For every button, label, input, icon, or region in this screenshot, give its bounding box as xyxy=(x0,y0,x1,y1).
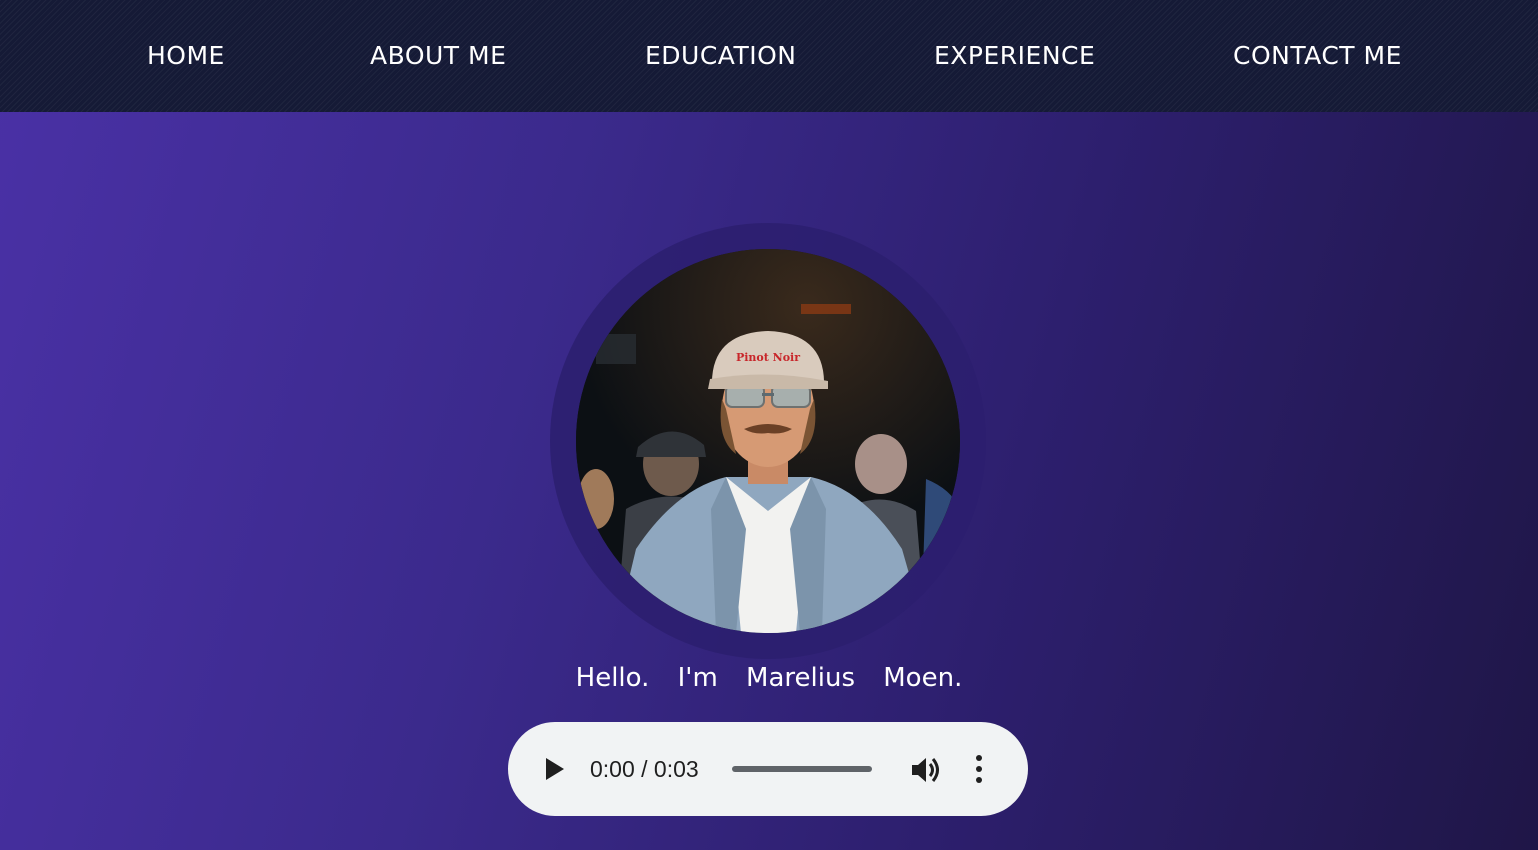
play-icon xyxy=(546,758,564,780)
hero-greeting: Hello. I'm Marelius Moen. xyxy=(575,663,963,693)
nav-home-link[interactable]: HOME xyxy=(147,40,225,72)
volume-button[interactable] xyxy=(910,755,942,785)
more-options-button[interactable] xyxy=(974,754,984,784)
play-button[interactable] xyxy=(542,755,568,783)
audio-seek-bar[interactable] xyxy=(732,766,872,772)
audio-time: 0:00 / 0:03 xyxy=(590,756,699,782)
nav-education-link[interactable]: EDUCATION xyxy=(645,40,797,72)
nav-contact-me-link[interactable]: CONTACT ME xyxy=(1233,40,1402,72)
audio-player: 0:00 / 0:03 xyxy=(508,722,1028,816)
profile-photo-ring: Pinot Noir xyxy=(550,223,986,659)
volume-icon xyxy=(912,758,939,782)
cap-text: Pinot Noir xyxy=(736,351,800,364)
top-navigation: HOME ABOUT ME EDUCATION EXPERIENCE CONTA… xyxy=(0,0,1538,112)
profile-photo-illustration: Pinot Noir xyxy=(576,249,960,633)
nav-experience-link[interactable]: EXPERIENCE xyxy=(934,40,1095,72)
profile-photo: Pinot Noir xyxy=(576,249,960,633)
nav-about-me-link[interactable]: ABOUT ME xyxy=(370,40,506,72)
more-vert-icon xyxy=(976,755,982,783)
